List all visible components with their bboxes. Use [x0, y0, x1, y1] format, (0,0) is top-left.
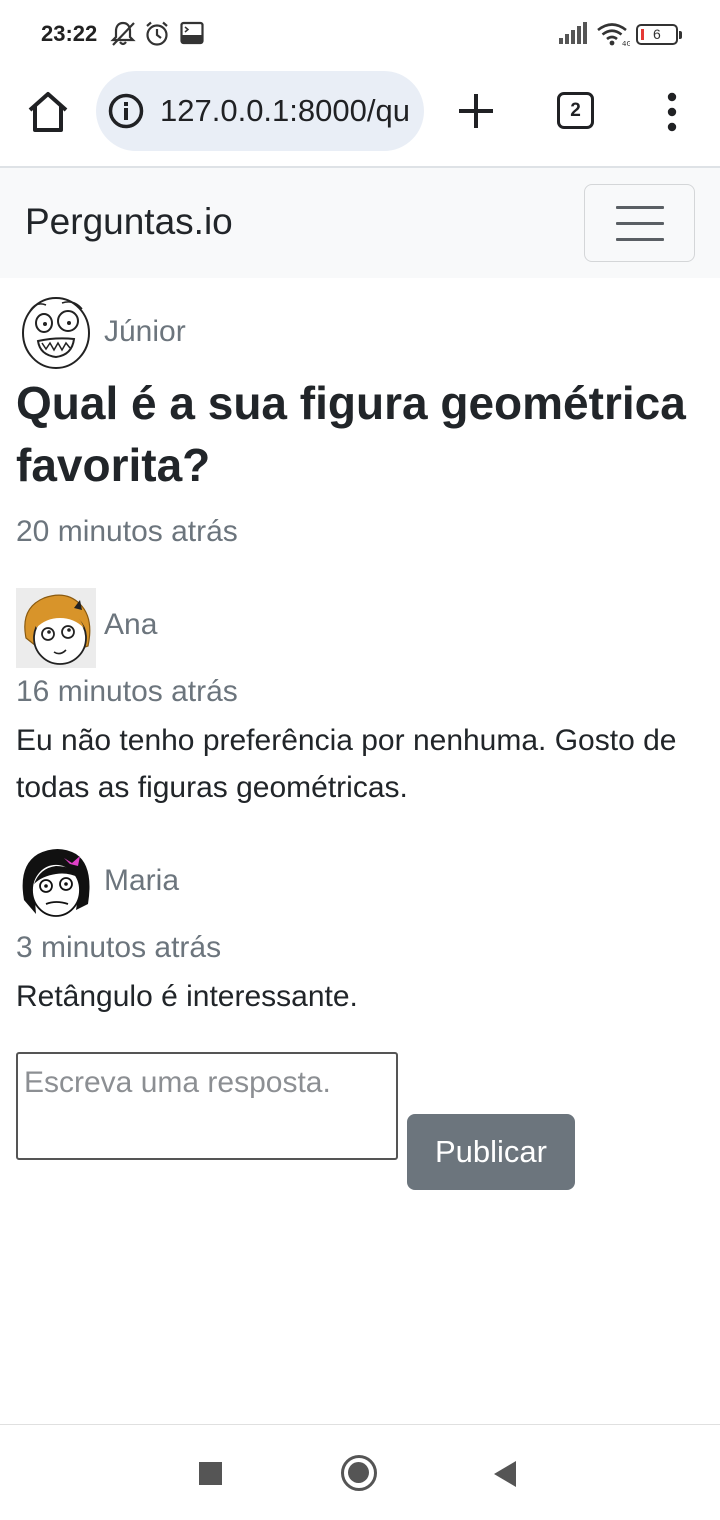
avatar: [22, 849, 90, 917]
system-nav-bar: [0, 1424, 720, 1520]
svg-text:4G: 4G: [622, 40, 630, 48]
hamburger-line: [616, 222, 664, 225]
home-icon[interactable]: [24, 90, 72, 134]
answer-text: Retângulo é interessante.: [16, 980, 358, 1013]
home-circle-icon[interactable]: [341, 1455, 377, 1491]
question-title: Qual é a sua figura geométrica favorita?: [16, 377, 686, 491]
navbar-toggler-button[interactable]: [584, 184, 695, 262]
url-text[interactable]: 127.0.0.1:8000/questions/1: [160, 93, 408, 129]
answer-time: 3 minutos atrás: [16, 931, 222, 964]
avatar: [16, 588, 96, 668]
question-time: 20 minutos atrás: [16, 515, 238, 548]
answer-author[interactable]: Maria: [104, 864, 179, 898]
answer-text: Eu não tenho preferência por nenhuma. Go…: [16, 724, 677, 804]
avatar: [22, 297, 90, 369]
signal-icon: [559, 22, 587, 44]
battery-icon: 6: [636, 24, 682, 45]
tab-switcher-button[interactable]: 2: [557, 92, 594, 129]
address-bar[interactable]: 127.0.0.1:8000/questions/1: [96, 71, 424, 151]
battery-level: 6: [653, 26, 661, 42]
back-icon[interactable]: [494, 1461, 516, 1487]
browser-toolbar: 127.0.0.1:8000/questions/1 2: [0, 70, 720, 168]
publish-button[interactable]: Publicar: [407, 1114, 575, 1190]
question-author[interactable]: Júnior: [104, 315, 186, 349]
recents-icon[interactable]: [199, 1462, 222, 1485]
more-vert-icon[interactable]: [662, 92, 682, 132]
terminal-icon: [180, 21, 204, 45]
status-time: 23:22: [41, 21, 98, 46]
hamburger-line: [616, 206, 664, 209]
status-bar: 23:22 4G 6: [0, 0, 720, 70]
plus-icon[interactable]: [456, 90, 496, 132]
brand-link[interactable]: Perguntas.io: [25, 201, 233, 243]
hamburger-line: [616, 238, 664, 241]
answer-time: 16 minutos atrás: [16, 675, 238, 708]
info-icon[interactable]: [108, 93, 144, 129]
answer-author[interactable]: Ana: [104, 608, 157, 642]
alarm-icon: [146, 21, 168, 46]
site-navbar: Perguntas.io: [0, 168, 720, 278]
bell-off-icon: [110, 21, 136, 46]
wifi-icon: 4G: [597, 23, 630, 48]
reply-textarea[interactable]: [16, 1052, 398, 1160]
tab-count: 2: [570, 99, 581, 121]
